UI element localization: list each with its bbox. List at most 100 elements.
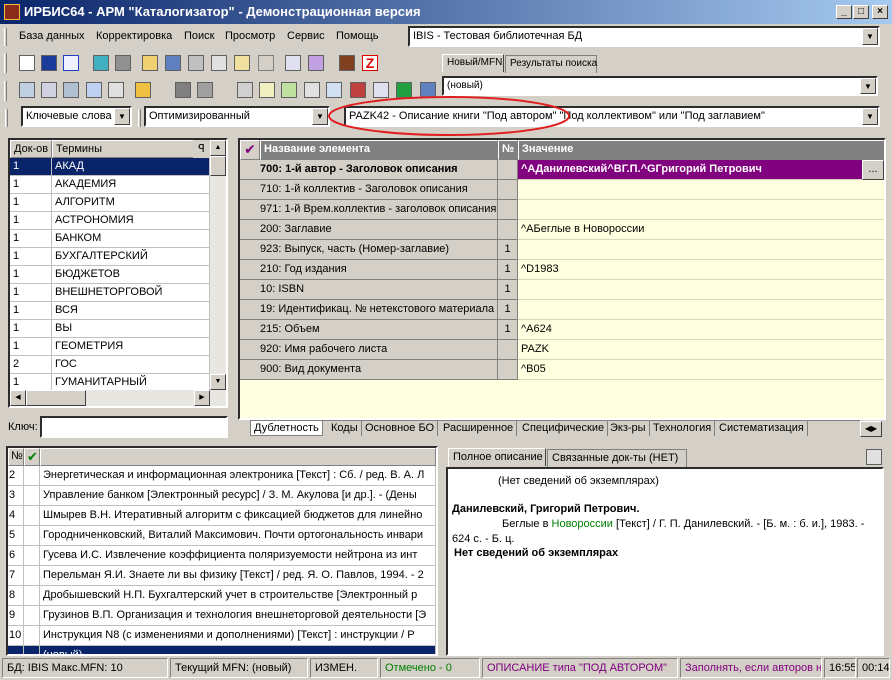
result-mark[interactable] [24,466,40,486]
tab-extended[interactable]: Расширенное [440,421,518,436]
menu-grip[interactable] [4,28,7,46]
dictionary-row[interactable]: 1 АКАДЕМИЯ [10,176,210,194]
toolbar-grip[interactable] [4,53,7,73]
tab-full-description[interactable]: Полное описание [448,448,546,466]
menu-help[interactable]: Помощь [336,30,379,42]
dictionary-row[interactable]: 1 ГЕОМЕТРИЯ [10,338,210,356]
filter-icon[interactable] [41,82,57,98]
results-header-num[interactable]: № [8,448,24,466]
chevron-down-icon[interactable]: ▼ [862,108,878,125]
dictionary-row[interactable]: 1 АКАД [10,158,210,176]
worksheet-row[interactable]: 19: Идентификац. № нетекстового материал… [240,300,884,320]
dictionary-row[interactable]: 1 ВСЯ [10,302,210,320]
search-icon[interactable] [19,82,35,98]
searchbar-grip[interactable] [5,109,8,127]
result-mark[interactable] [24,486,40,506]
comment-icon[interactable] [86,82,102,98]
dictionary-list[interactable]: Док-ов Термины ꟼ 1 АКАД 1 АКАДЕМИЯ 1 АЛГОРИТМ… [8,138,228,408]
result-mark[interactable] [24,566,40,586]
menu-service[interactable]: Сервис [287,30,325,42]
menu-edit[interactable]: Корректировка [96,30,172,42]
result-mark[interactable] [24,646,40,654]
worksheet-row[interactable]: 700: 1-й автор - Заголовок описания ^AДан… [240,160,884,180]
database-combo[interactable]: IBIS - Тестовая библиотечная БД ▼ [408,26,880,47]
worksheet-row[interactable]: 10: ISBN 1 [240,280,884,300]
menu-database[interactable]: База данных [19,30,85,42]
document-icon[interactable] [211,55,227,71]
dictionary-row[interactable]: 1 БУХГАЛТЕРСКИЙ [10,248,210,266]
menu-view[interactable]: Просмотр [225,30,275,42]
ws-value[interactable] [518,280,884,300]
search-mode-combo[interactable]: Оптимизированный ▼ [144,106,330,127]
tab-systematization[interactable]: Систематизация [716,421,808,436]
preview-link[interactable]: Новороссии [552,518,613,530]
worksheet-row[interactable]: 923: Выпуск, часть (Номер-заглавие) 1 [240,240,884,260]
ws-header-num[interactable]: № [498,140,518,160]
record-combo[interactable]: (новый) ▼ [442,76,878,96]
ws-value[interactable] [518,300,884,320]
tab-linked-docs[interactable]: Связанные док-ты (НЕТ) [547,449,687,467]
key-icon[interactable] [135,82,151,98]
ws-value[interactable] [518,240,884,260]
hscroll-thumb[interactable] [26,390,86,406]
ws-value[interactable]: ^AБеглые в Новороссии [518,220,884,240]
tab-codes[interactable]: Коды [328,421,362,436]
result-mark[interactable] [24,626,40,646]
export-icon[interactable] [308,55,324,71]
worksheet-row[interactable]: 710: 1-й коллектив - Заголовок описания [240,180,884,200]
menu-search[interactable]: Поиск [184,30,214,42]
undo-icon[interactable] [63,55,79,71]
tab-copies[interactable]: Экз-ры [607,421,650,436]
ellipsis-button[interactable]: ... [862,160,884,180]
chevron-down-icon[interactable]: ▼ [860,78,876,94]
worksheet-row[interactable]: 900: Вид документа ^B05 [240,360,884,380]
scroll-right-icon[interactable]: ▶ [194,390,210,406]
scroll-up-icon[interactable]: ▲ [210,140,226,156]
results-list[interactable]: № ✔ 2 Энергетическая и информационная эле… [6,446,438,656]
result-mark[interactable] [24,506,40,526]
result-row[interactable]: (новый) [8,646,436,654]
result-row[interactable]: 7 Перельман Я.И. Знаете ли вы физику [Тек… [8,566,436,586]
ws-value[interactable]: ^D1983 [518,260,884,280]
tab-duplicates[interactable]: Дублетность [250,421,323,436]
result-row[interactable]: 4 Шмырев В.Н. Итеративный алгоритм с фикс… [8,506,436,526]
import-icon[interactable] [285,55,301,71]
edit-icon[interactable] [234,55,250,71]
new-record-icon[interactable] [19,55,35,71]
dict-hscrollbar[interactable]: ◀ ▶ [10,390,226,406]
result-row[interactable]: 2 Энергетическая и информационная электро… [8,466,436,486]
dict-header-count[interactable]: Док-ов [10,140,52,158]
scroll-down-icon[interactable]: ▼ [210,374,226,390]
result-row[interactable]: 10 Инструкция N8 (с изменениями и дополне… [8,626,436,646]
minimize-button[interactable]: _ [836,5,852,19]
result-row[interactable]: 6 Гусева И.С. Извлечение коэффициента пол… [8,546,436,566]
dictionary-row[interactable]: 1 АСТРОНОМИЯ [10,212,210,230]
sheet-icon[interactable] [259,82,275,98]
tab-search-results[interactable]: Результаты поиска [505,55,597,73]
ws-value[interactable] [518,180,884,200]
lookup-icon[interactable] [108,82,124,98]
result-mark[interactable] [24,546,40,566]
z3950-icon[interactable]: Z [362,55,378,71]
result-mark[interactable] [24,586,40,606]
result-row[interactable]: 3 Управление банком [Электронный ресурс] … [8,486,436,506]
app-icon[interactable] [4,4,20,20]
scroll-thumb[interactable] [210,156,226,176]
dict-header-terms[interactable]: Термины [52,140,210,158]
forward-icon[interactable] [281,82,297,98]
close-button[interactable]: × [872,5,888,19]
result-row[interactable]: 9 Грузинов В.П. Организация и технология … [8,606,436,626]
result-mark[interactable] [24,526,40,546]
ws-header-name[interactable]: Название элемента [260,140,498,160]
dict-scrollbar[interactable]: ▲ ▼ [210,140,226,390]
tab-specific[interactable]: Специфические [519,421,609,436]
ws-value[interactable]: ^A624 [518,320,884,340]
chevron-down-icon[interactable]: ▼ [862,28,878,45]
key-input[interactable] [40,416,228,438]
checkmark-icon[interactable]: ✔ [24,448,40,466]
archive-icon[interactable] [197,82,213,98]
glasses-icon[interactable] [175,82,191,98]
arrow-right-icon[interactable] [115,55,131,71]
dictionary-row[interactable]: 1 ВЫ [10,320,210,338]
scroll-left-icon[interactable]: ◀ [10,390,26,406]
